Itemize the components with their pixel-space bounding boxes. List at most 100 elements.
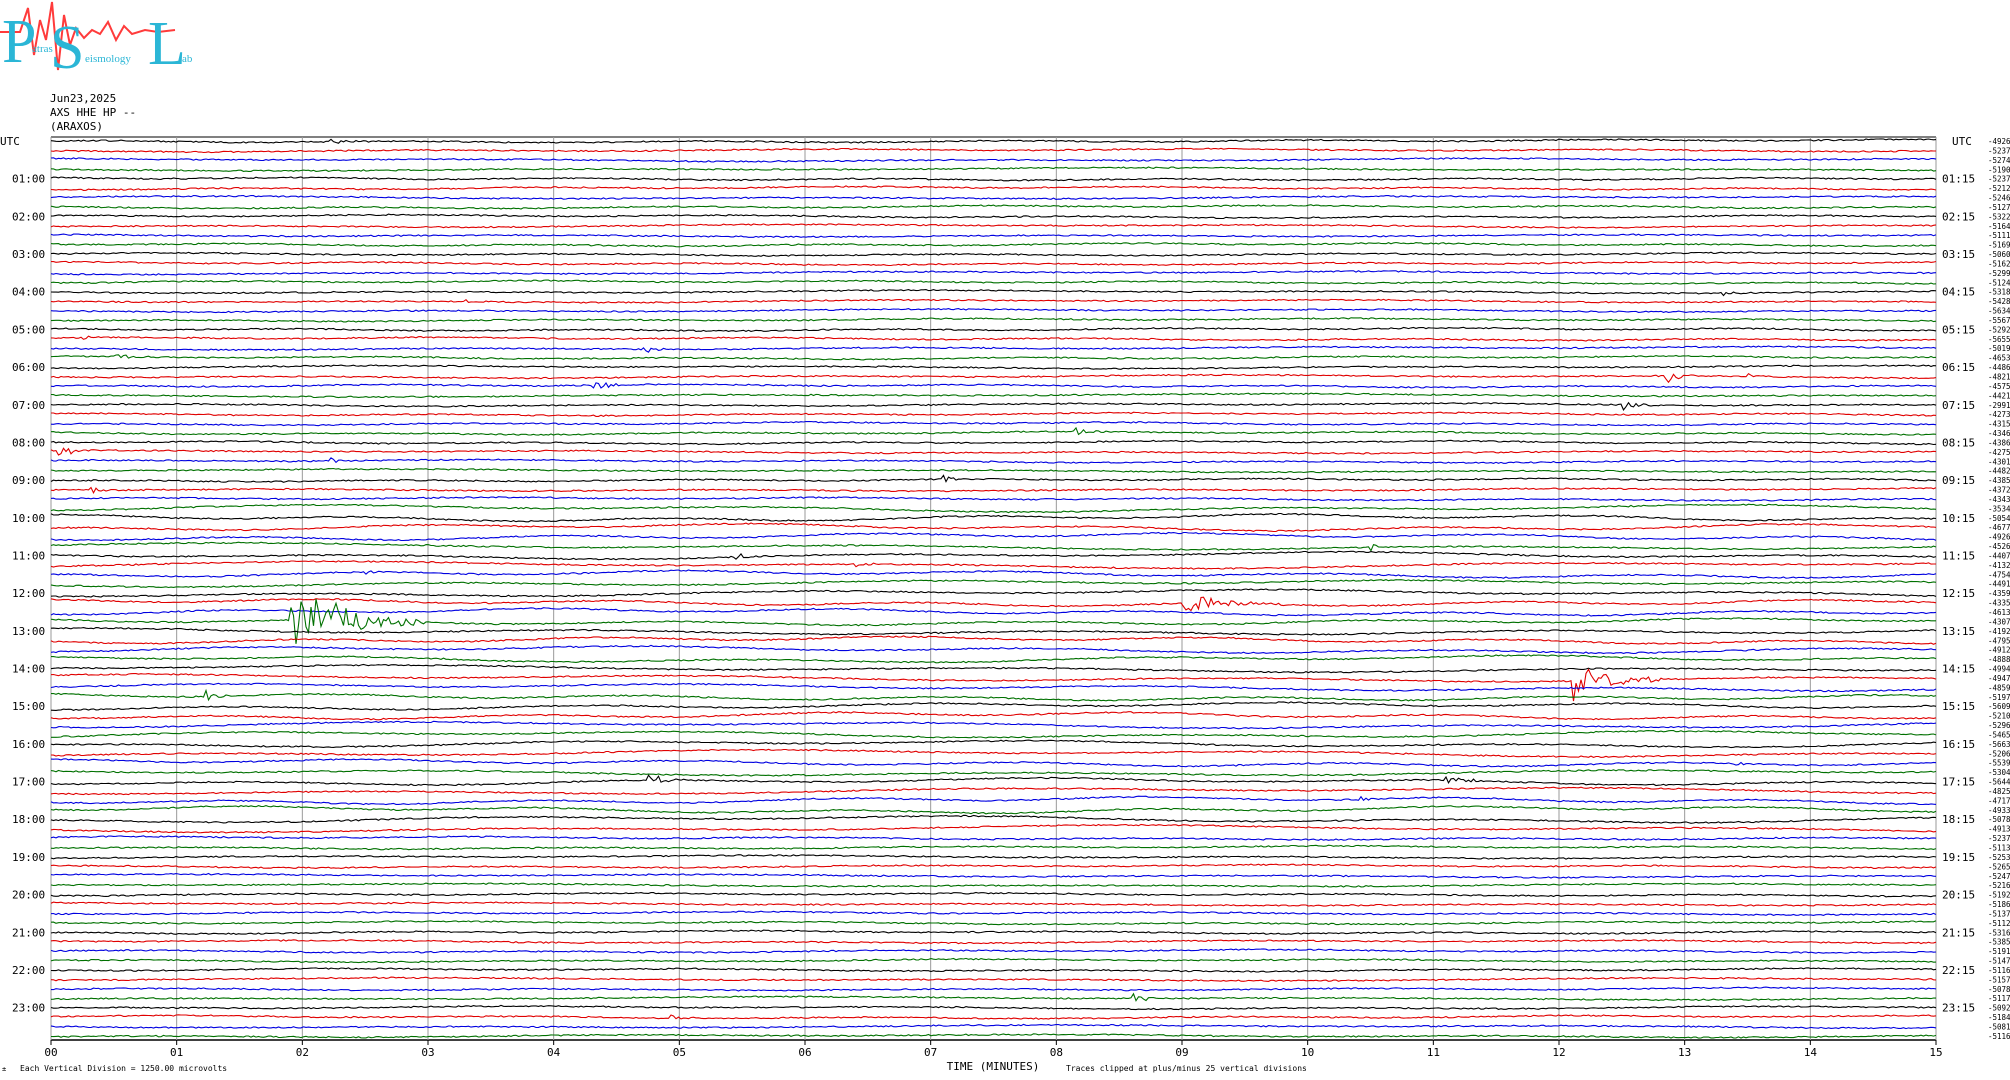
left-hour-label: 12:00 <box>12 587 45 600</box>
x-tick-label: 08 <box>1050 1046 1063 1059</box>
left-hour-label: 01:00 <box>12 173 45 186</box>
trace-offset-label: -4613 <box>1988 608 2010 617</box>
trace-offset-label: -4275 <box>1988 448 2010 457</box>
trace-line <box>50 1014 1937 1020</box>
trace-offset-label: -5634 <box>1988 307 2010 316</box>
x-tick-label: 04 <box>547 1046 561 1059</box>
trace-offset-label: -4482 <box>1988 467 2010 476</box>
left-hour-label: 04:00 <box>12 286 45 299</box>
trace-offset-label: -5186 <box>1988 900 2010 909</box>
left-hour-label: 23:00 <box>12 1002 45 1015</box>
trace-offset-label: -5304 <box>1988 768 2010 777</box>
trace-line <box>50 251 1937 257</box>
trace-offset-label: -5237 <box>1988 175 2010 184</box>
trace-offset-label: -4821 <box>1988 373 2010 382</box>
trace-line <box>50 863 1937 869</box>
trace-offset-label: -5237 <box>1988 146 2010 155</box>
trace-offset-label: -4795 <box>1988 636 2010 645</box>
trace-offset-label: -4346 <box>1988 429 2010 438</box>
trace-line <box>50 805 1937 815</box>
x-tick-label: 10 <box>1301 1046 1314 1059</box>
x-tick-label: 09 <box>1175 1046 1188 1059</box>
trace-offset-label: -4994 <box>1988 665 2010 674</box>
trace-offset-label: -5157 <box>1988 975 2010 984</box>
trace-line <box>50 486 1937 495</box>
left-hour-label: 14:00 <box>12 663 45 676</box>
trace-offset-label: -5113 <box>1988 844 2010 853</box>
trace-line <box>50 364 1937 370</box>
trace-line <box>50 335 1937 342</box>
left-hour-label: 17:00 <box>12 776 45 789</box>
trace-line <box>50 635 1937 645</box>
right-hour-label: 08:15 <box>1942 436 1975 449</box>
right-hour-label: 20:15 <box>1942 889 1975 902</box>
right-hour-label: 17:15 <box>1942 776 1975 789</box>
trace-line <box>50 194 1937 200</box>
left-hour-label: 10:00 <box>12 512 45 525</box>
trace-offset-label: -5663 <box>1988 740 2010 749</box>
trace-line <box>50 372 1937 384</box>
trace-line <box>50 467 1937 474</box>
trace-offset-label: -5246 <box>1988 194 2010 203</box>
corner-mark: ± <box>2 1065 6 1073</box>
right-hour-label: 14:15 <box>1942 663 1975 676</box>
left-hour-label: 02:00 <box>12 210 45 223</box>
trace-offset-label: -5296 <box>1988 721 2010 730</box>
trace-line <box>50 711 1937 721</box>
left-utc-label: UTC <box>0 135 20 148</box>
trace-offset-label: -5655 <box>1988 335 2010 344</box>
trace-offset-label: -4343 <box>1988 495 2010 504</box>
left-hour-label: 22:00 <box>12 964 45 977</box>
right-hour-label: 07:15 <box>1942 399 1975 412</box>
trace-line <box>50 844 1937 851</box>
helicorder-plot: 00 01 02 03 04 05 06 07 08 09 10 11 12 13 14 15-4926-52… <box>0 135 2010 1073</box>
trace-line <box>50 308 1937 314</box>
trace-line <box>50 835 1937 841</box>
trace-offset-label: -4421 <box>1988 391 2010 400</box>
trace-line <box>51 411 1937 418</box>
trace-offset-label: -5465 <box>1988 730 2010 739</box>
x-tick-label: 13 <box>1678 1046 1691 1059</box>
trace-line <box>50 1033 1937 1039</box>
trace-offset-label: -4717 <box>1988 796 2010 805</box>
trace-line <box>50 748 1937 758</box>
trace-line <box>51 654 1937 664</box>
trace-line <box>50 147 1936 154</box>
trace-line <box>50 204 1937 210</box>
right-hour-label: 04:15 <box>1942 286 1975 299</box>
x-tick-label: 15 <box>1929 1046 1942 1059</box>
clip-note: Traces clipped at plus/minus 25 vertical… <box>1066 1064 1307 1073</box>
trace-line <box>51 986 1937 992</box>
trace-offset-label: -5210 <box>1988 712 2010 721</box>
right-hour-label: 23:15 <box>1942 1002 1975 1015</box>
trace-line <box>50 401 1937 411</box>
trace-line <box>50 213 1937 220</box>
x-tick-label: 11 <box>1427 1046 1440 1059</box>
trace-line <box>50 279 1937 285</box>
trace-line <box>50 317 1937 323</box>
trace-offset-label: -5164 <box>1988 222 2010 231</box>
trace-line <box>50 920 1937 926</box>
trace-line <box>50 823 1937 834</box>
trace-line <box>50 720 1937 730</box>
left-hour-label: 05:00 <box>12 323 45 336</box>
trace-offset-label: -5253 <box>1988 853 2010 862</box>
trace-offset-label: -4301 <box>1988 457 2010 466</box>
right-hour-label: 01:15 <box>1942 173 1975 186</box>
trace-line <box>50 701 1937 711</box>
trace-offset-label: -5078 <box>1988 815 2010 824</box>
trace-offset-label: -4754 <box>1988 570 2010 579</box>
trace-line <box>50 786 1937 796</box>
trace-line <box>50 967 1937 973</box>
trace-offset-label: -4386 <box>1988 438 2010 447</box>
trace-line <box>50 854 1937 860</box>
trace-offset-label: -4888 <box>1988 655 2010 664</box>
left-hour-label: 16:00 <box>12 738 45 751</box>
trace-line <box>50 185 1937 191</box>
trace-offset-label: -4132 <box>1988 561 2010 570</box>
trace-offset-label: -4859 <box>1988 683 2010 692</box>
trace-offset-label: -5116 <box>1988 1032 2010 1041</box>
left-hour-label: 11:00 <box>12 549 45 562</box>
trace-offset-label: -4315 <box>1988 420 2010 429</box>
vertical-division-note: Each Vertical Division = 1250.00 microvo… <box>20 1064 227 1073</box>
